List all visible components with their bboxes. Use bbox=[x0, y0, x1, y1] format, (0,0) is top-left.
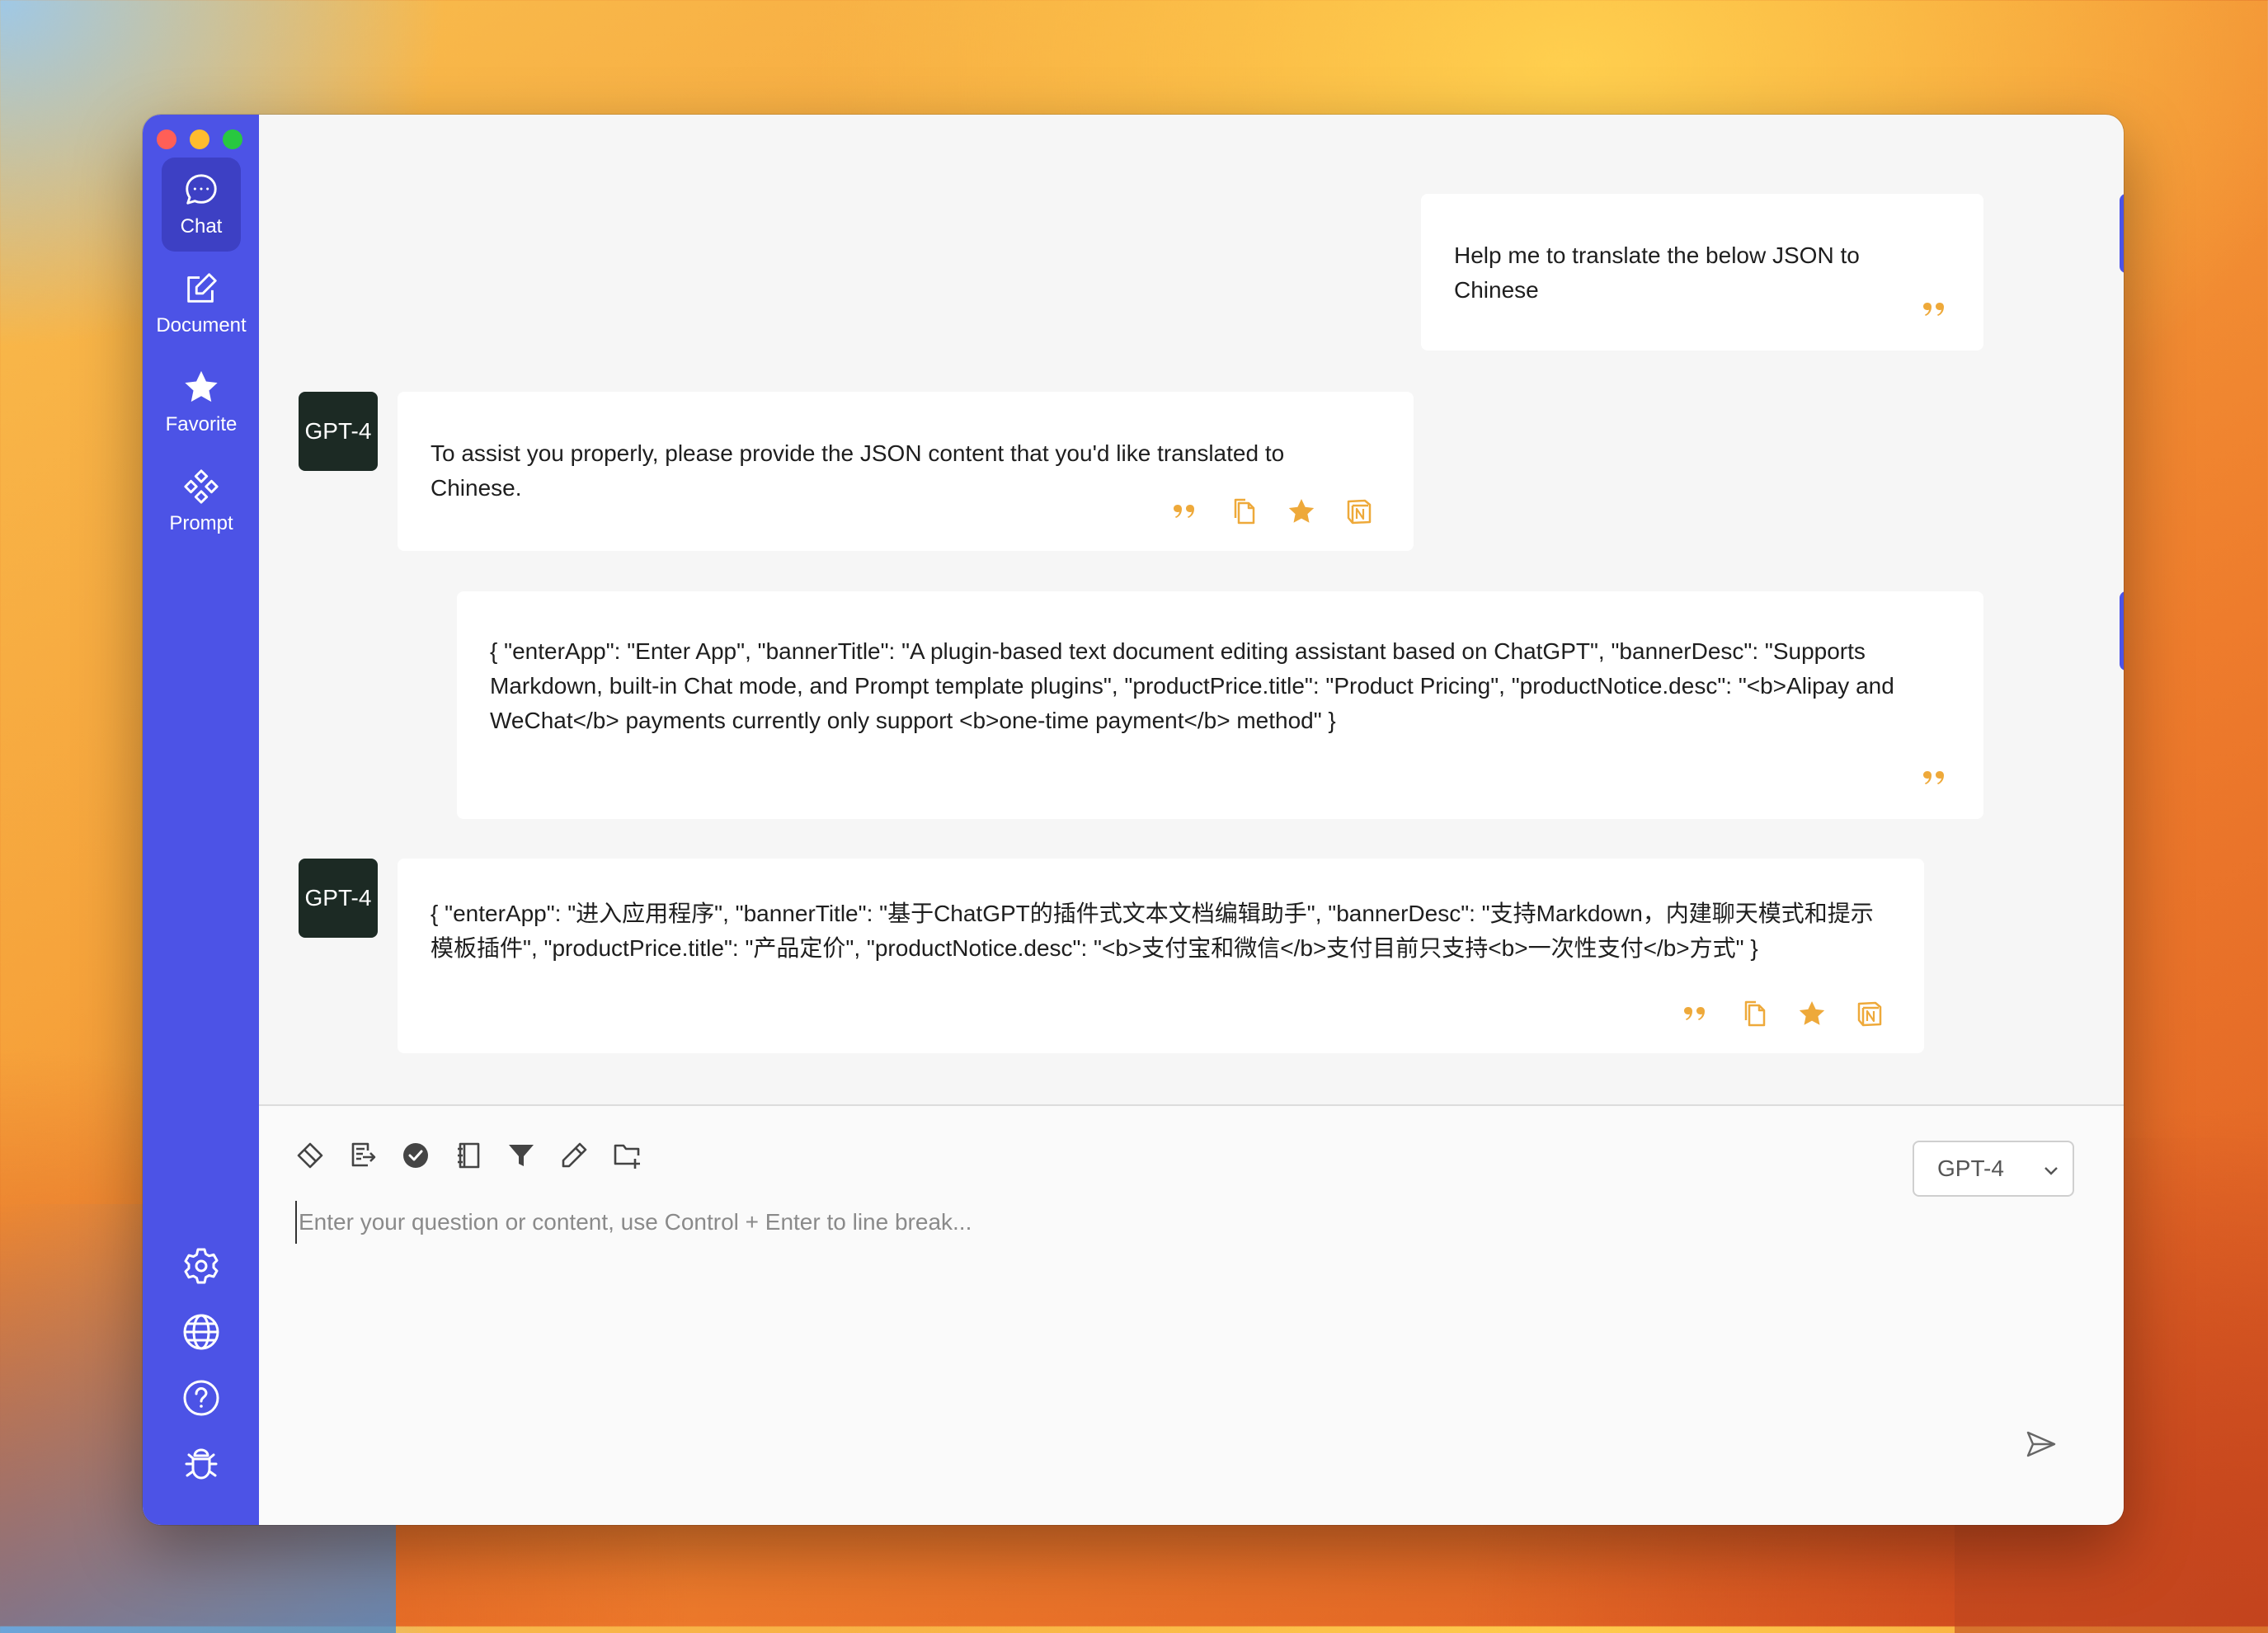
quote-icon bbox=[1923, 771, 1944, 784]
new-folder-button[interactable] bbox=[612, 1141, 642, 1170]
favorite-button[interactable] bbox=[1287, 496, 1316, 526]
minimize-window-button[interactable] bbox=[190, 129, 209, 149]
sidebar-item-label: Chat bbox=[180, 215, 223, 238]
user-avatar: Me bbox=[2120, 591, 2124, 671]
notebook-icon bbox=[458, 1142, 480, 1169]
eraser-icon bbox=[297, 1142, 323, 1169]
message-actions bbox=[1921, 294, 1950, 324]
report-bug-button[interactable] bbox=[181, 1444, 221, 1484]
sidebar-item-favorite[interactable]: Favorite bbox=[162, 355, 241, 449]
quote-icon bbox=[1923, 303, 1944, 316]
message-actions bbox=[1682, 999, 1885, 1028]
message-actions bbox=[1171, 496, 1374, 526]
edit-document-icon bbox=[187, 273, 217, 303]
message-input[interactable] bbox=[295, 1201, 1867, 1244]
star-icon bbox=[1288, 499, 1315, 523]
notion-icon bbox=[1857, 1001, 1882, 1027]
notion-icon bbox=[1347, 499, 1372, 525]
favorite-button[interactable] bbox=[1797, 999, 1827, 1028]
message-text: Help me to translate the below JSON to C… bbox=[1454, 242, 1860, 303]
star-icon bbox=[1799, 1001, 1825, 1025]
sidebar-item-prompt[interactable]: Prompt bbox=[162, 454, 241, 548]
settings-button[interactable] bbox=[181, 1246, 221, 1286]
sidebar-item-chat[interactable]: Chat bbox=[162, 158, 241, 252]
check-circle-icon bbox=[403, 1143, 428, 1168]
assistant-message: { "enterApp": "进入应用程序", "bannerTitle": "… bbox=[398, 859, 1924, 1053]
quote-button[interactable] bbox=[1171, 496, 1201, 526]
copy-button[interactable] bbox=[1739, 999, 1769, 1028]
export-button[interactable] bbox=[348, 1141, 378, 1170]
export-icon bbox=[351, 1142, 376, 1167]
quote-button[interactable] bbox=[1682, 999, 1711, 1028]
sidebar-item-label: Prompt bbox=[169, 512, 233, 534]
notebook-button[interactable] bbox=[454, 1141, 483, 1170]
assistant-message: To assist you properly, please provide t… bbox=[398, 392, 1414, 551]
app-window: Chat Document Favorite Prompt Help me to… bbox=[143, 115, 2124, 1525]
message-text: To assist you properly, please provide t… bbox=[431, 440, 1285, 501]
copy-icon bbox=[1744, 1000, 1766, 1027]
settings-gear-icon bbox=[184, 1248, 219, 1284]
quote-icon bbox=[1174, 505, 1194, 518]
quote-button[interactable] bbox=[1921, 763, 1950, 793]
globe-icon bbox=[183, 1314, 219, 1350]
composer-toolbar bbox=[295, 1141, 642, 1170]
sidebar-item-document[interactable]: Document bbox=[156, 256, 247, 351]
user-avatar: Me bbox=[2120, 194, 2124, 273]
sidebar-item-label: Document bbox=[156, 314, 247, 336]
maximize-window-button[interactable] bbox=[223, 129, 242, 149]
prompt-diamond-icon bbox=[184, 469, 219, 504]
copy-icon bbox=[1234, 498, 1255, 525]
help-button[interactable] bbox=[181, 1378, 221, 1418]
star-icon bbox=[185, 370, 218, 402]
filter-icon bbox=[509, 1145, 534, 1166]
send-button[interactable] bbox=[2025, 1428, 2058, 1461]
message-text: { "enterApp": "Enter App", "bannerTitle"… bbox=[490, 638, 1894, 733]
bug-icon bbox=[185, 1448, 218, 1480]
model-select[interactable]: GPT-4 bbox=[1913, 1141, 2074, 1197]
message-actions bbox=[1921, 763, 1950, 793]
quote-icon bbox=[1684, 1007, 1705, 1020]
model-select-value: GPT-4 bbox=[1937, 1155, 2004, 1181]
send-icon bbox=[2026, 1431, 2056, 1457]
sidebar: Chat Document Favorite Prompt bbox=[143, 115, 259, 1525]
new-folder-icon bbox=[614, 1144, 640, 1169]
clear-button[interactable] bbox=[295, 1141, 325, 1170]
chevron-down-icon bbox=[2044, 1167, 2058, 1175]
chat-messages: Help me to translate the below JSON to C… bbox=[259, 115, 2124, 1104]
filter-button[interactable] bbox=[506, 1141, 536, 1170]
assistant-avatar: GPT-4 bbox=[299, 392, 378, 471]
close-window-button[interactable] bbox=[157, 129, 176, 149]
user-message: { "enterApp": "Enter App", "bannerTitle"… bbox=[457, 591, 1983, 819]
user-message: Help me to translate the below JSON to C… bbox=[1421, 194, 1983, 351]
chat-bubble-icon bbox=[186, 174, 217, 205]
check-button[interactable] bbox=[401, 1141, 431, 1170]
assistant-avatar: GPT-4 bbox=[299, 859, 378, 938]
notion-export-button[interactable] bbox=[1855, 999, 1885, 1028]
window-controls bbox=[157, 129, 242, 149]
pencil-icon bbox=[562, 1142, 587, 1168]
quote-button[interactable] bbox=[1921, 294, 1950, 324]
message-text: { "enterApp": "进入应用程序", "bannerTitle": "… bbox=[431, 901, 1874, 961]
edit-button[interactable] bbox=[559, 1141, 589, 1170]
composer: GPT-4 bbox=[259, 1104, 2124, 1525]
help-question-icon bbox=[183, 1380, 219, 1416]
copy-button[interactable] bbox=[1229, 496, 1259, 526]
sidebar-item-label: Favorite bbox=[165, 413, 238, 435]
language-button[interactable] bbox=[181, 1312, 221, 1352]
notion-export-button[interactable] bbox=[1344, 496, 1374, 526]
